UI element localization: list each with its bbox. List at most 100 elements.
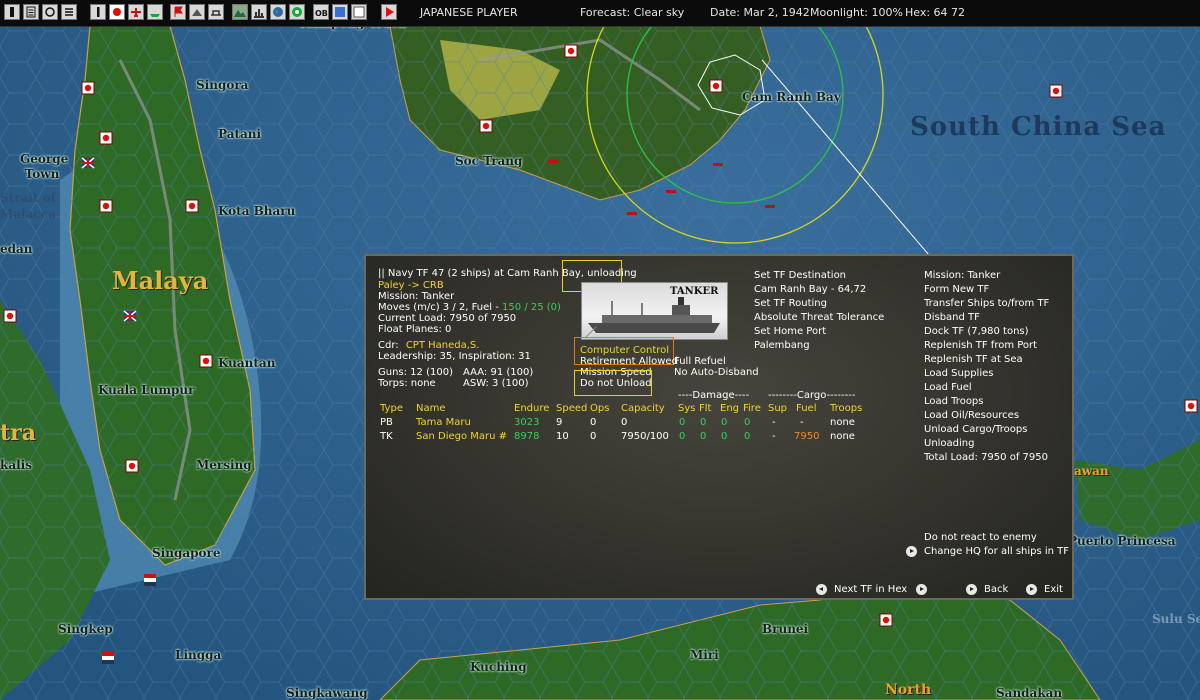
bridge-icon[interactable] (208, 4, 224, 20)
commander-name[interactable]: CPT Haneda,S. (406, 340, 480, 351)
ship-icon[interactable] (147, 4, 163, 20)
set-home-port-button[interactable]: Set Home Port (754, 326, 826, 337)
player-label: JAPANESE PLAYER (420, 6, 518, 19)
map-label-kuantan: Kuantan (218, 356, 276, 370)
tf-torps: Torps: none (378, 378, 436, 389)
row-ops: 0 (590, 417, 597, 428)
date-label: Date: Mar 2, 1942 (710, 6, 810, 19)
replenish-port-button[interactable]: Replenish TF from Port (924, 340, 1037, 351)
full-refuel-option[interactable]: Full Refuel (674, 356, 726, 367)
col-capacity: Capacity (621, 403, 665, 414)
computer-control-option[interactable]: Computer Control (580, 345, 669, 356)
load-troops-button[interactable]: Load Troops (924, 396, 984, 407)
base-icon[interactable] (189, 4, 205, 20)
do-not-unload-option[interactable]: Do not Unload (580, 378, 652, 389)
map-label-kuala-lumpur: Kuala Lumpur (98, 383, 195, 397)
map-label-kuching: Kuching (470, 660, 527, 674)
no-auto-disband-option[interactable]: No Auto-Disband (674, 367, 759, 378)
load-oil-button[interactable]: Load Oil/Resources (924, 410, 1019, 421)
col-fuel: Fuel (796, 403, 817, 414)
row-capacity: 7950/100 (621, 431, 669, 442)
hex-view-icon[interactable] (351, 4, 367, 20)
unload-cargo-button[interactable]: Unload Cargo/Troops (924, 424, 1027, 435)
aircraft-icon[interactable] (128, 4, 144, 20)
cargo-group-header: --------Cargo-------- (768, 390, 856, 401)
info-icon[interactable] (4, 4, 20, 20)
row-fire: 0 (744, 431, 751, 442)
map-label-north: North (885, 682, 932, 698)
forecast-label: Forecast: Clear sky (580, 6, 685, 19)
prev-tf-arrow-icon[interactable] (816, 584, 827, 595)
ship-image: TANKER (581, 282, 728, 340)
dock-tf-button[interactable]: Dock TF (7,980 tons) (924, 326, 1029, 337)
dutch-flag-marker (144, 574, 156, 586)
next-tf-in-hex-button[interactable]: Next TF in Hex (834, 584, 907, 595)
target-icon[interactable] (289, 4, 305, 20)
map-label-sandakan: Sandakan (996, 686, 1063, 700)
map-label-brunei: Brunei (762, 622, 809, 636)
chart-icon[interactable] (251, 4, 267, 20)
flag-icon[interactable] (170, 4, 186, 20)
row-flt: 0 (700, 431, 707, 442)
hex-label: Hex: 64 72 (905, 6, 966, 19)
col-endure: Endure (514, 403, 550, 414)
end-turn-icon[interactable] (381, 4, 397, 20)
form-new-tf-button[interactable]: Form New TF (924, 284, 989, 295)
map-label-awan: awan (1074, 464, 1109, 478)
map-label-soc-trang: Soc Trang (455, 154, 523, 168)
map-label-miri: Miri (690, 648, 719, 662)
load-fuel-button[interactable]: Load Fuel (924, 382, 972, 393)
tf-current-load: Current Load: 7950 of 7950 (378, 313, 517, 324)
map-label-south-china-sea: South China Sea (910, 112, 1167, 142)
globe-icon[interactable] (270, 4, 286, 20)
tf-mission-button[interactable]: Mission: Tanker (924, 270, 1000, 281)
ship-class-label: TANKER (670, 286, 719, 297)
task-force-dialog: || Navy TF 47 (2 ships) at Cam Ranh Bay,… (364, 254, 1074, 600)
exit-button[interactable]: Exit (1044, 584, 1063, 595)
row-name[interactable]: Tama Maru (416, 417, 471, 428)
change-hq-button[interactable]: Change HQ for all ships in TF (924, 546, 1069, 557)
set-tf-destination-button[interactable]: Set TF Destination (754, 270, 846, 281)
list-icon[interactable] (61, 4, 77, 20)
terrain-icon[interactable] (232, 4, 248, 20)
moonlight-label: Moonlight: 100% (810, 6, 903, 19)
back-button[interactable]: Back (984, 584, 1008, 595)
next-tf-arrow-icon[interactable] (916, 584, 927, 595)
map-label-tra: tra (0, 420, 37, 446)
tf-asw: ASW: 3 (100) (463, 378, 529, 389)
unloading-status: Unloading (924, 438, 975, 449)
col-speed: Speed (556, 403, 588, 414)
window-icon[interactable] (332, 4, 348, 20)
threat-tolerance-button[interactable]: Absolute Threat Tolerance (754, 312, 884, 323)
tf-route[interactable]: Paley -> CRB (378, 280, 444, 291)
transfer-ships-button[interactable]: Transfer Ships to/from TF (924, 298, 1049, 309)
row-name[interactable]: San Diego Maru # (416, 431, 507, 442)
report-icon[interactable] (23, 4, 39, 20)
exit-arrow-icon[interactable] (1026, 584, 1037, 595)
destination-value: Cam Ranh Bay - 64,72 (754, 284, 867, 295)
row-sys: 0 (679, 417, 686, 428)
change-hq-arrow-icon[interactable] (906, 546, 917, 557)
filter-icon[interactable] (42, 4, 58, 20)
no-react-option[interactable]: Do not react to enemy (924, 532, 1037, 543)
map-label-singkep: Singkep (58, 622, 113, 636)
map-label-sulu-sea: Sulu Se (1152, 612, 1200, 626)
tf-moves-text: Moves (m/c) 3 / 2, Fuel - (378, 302, 503, 313)
col-sup: Sup (768, 403, 788, 414)
set-tf-routing-button[interactable]: Set TF Routing (754, 298, 827, 309)
row-endure: 3023 (514, 417, 540, 428)
japanese-flag-icon[interactable] (109, 4, 125, 20)
back-arrow-icon[interactable] (966, 584, 977, 595)
ob-icon[interactable]: OB (313, 4, 329, 20)
map-label-malaya: Malaya (112, 266, 209, 295)
load-supplies-button[interactable]: Load Supplies (924, 368, 993, 379)
retirement-option[interactable]: Retirement Allowed (580, 356, 678, 367)
col-type: Type (380, 403, 403, 414)
row-endure: 8978 (514, 431, 540, 442)
replenish-sea-button[interactable]: Replenish TF at Sea (924, 354, 1023, 365)
row-sup: - (772, 431, 776, 442)
disband-tf-button[interactable]: Disband TF (924, 312, 980, 323)
row-fuel: 7950 (794, 431, 820, 442)
tf-float-planes: Float Planes: 0 (378, 324, 452, 335)
one-icon[interactable] (90, 4, 106, 20)
